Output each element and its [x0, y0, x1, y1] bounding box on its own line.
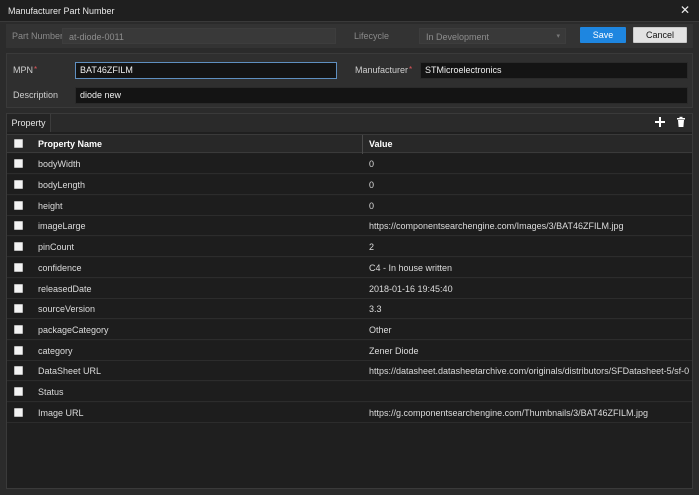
title-bar: Manufacturer Part Number ✕: [0, 0, 699, 22]
row-checkbox[interactable]: [14, 221, 23, 230]
property-value[interactable]: 2: [369, 237, 691, 257]
row-checkbox[interactable]: [14, 284, 23, 293]
table-row[interactable]: confidence C4 - In house written: [7, 258, 692, 278]
table-row[interactable]: DataSheet URL https://datasheet.datashee…: [7, 361, 692, 381]
table-row[interactable]: releasedDate 2018-01-16 19:45:40: [7, 279, 692, 299]
column-header-property-name[interactable]: Property Name: [38, 135, 102, 154]
column-header-value[interactable]: Value: [369, 135, 393, 154]
save-button[interactable]: Save: [580, 27, 626, 43]
table-row[interactable]: bodyLength 0: [7, 175, 692, 195]
property-name: confidence: [38, 263, 82, 273]
property-name: packageCategory: [38, 325, 109, 335]
tab-property[interactable]: Property: [7, 114, 51, 132]
property-name: DataSheet URL: [38, 366, 102, 376]
property-value[interactable]: 0: [369, 196, 691, 216]
description-input[interactable]: diode new: [75, 87, 688, 104]
cancel-button[interactable]: Cancel: [633, 27, 687, 43]
property-grid: Property Property Name Value bodyWidth 0…: [6, 113, 693, 489]
row-checkbox[interactable]: [14, 304, 23, 313]
top-toolbar: Part Number at-diode-0011 Lifecycle In D…: [6, 24, 693, 48]
column-divider[interactable]: [362, 135, 363, 154]
row-checkbox[interactable]: [14, 346, 23, 355]
row-checkbox[interactable]: [14, 325, 23, 334]
grid-header: Property Name Value: [7, 134, 692, 154]
mpn-input[interactable]: BAT46ZFILM: [75, 62, 337, 79]
property-value[interactable]: https://g.componentsearchengine.com/Thum…: [369, 403, 691, 423]
table-row[interactable]: imageLarge https://componentsearchengine…: [7, 216, 692, 236]
trash-icon[interactable]: [674, 116, 688, 130]
property-value[interactable]: https://datasheet.datasheetarchive.com/o…: [369, 361, 691, 381]
table-row[interactable]: Image URL https://g.componentsearchengin…: [7, 403, 692, 423]
close-icon[interactable]: ✕: [677, 2, 693, 18]
select-all-checkbox[interactable]: [14, 139, 23, 148]
property-value[interactable]: https://componentsearchengine.com/Images…: [369, 216, 691, 236]
plus-icon[interactable]: [653, 116, 667, 130]
property-name: bodyLength: [38, 180, 86, 190]
property-value[interactable]: C4 - In house written: [369, 258, 691, 278]
table-row[interactable]: bodyWidth 0: [7, 154, 692, 174]
description-label: Description: [13, 90, 59, 100]
property-value[interactable]: 3.3: [369, 299, 691, 319]
row-checkbox[interactable]: [14, 263, 23, 272]
property-name: imageLarge: [38, 221, 86, 231]
row-checkbox[interactable]: [14, 387, 23, 396]
part-form: MPN* BAT46ZFILM Manufacturer* STMicroele…: [6, 53, 693, 108]
row-checkbox[interactable]: [14, 159, 23, 168]
manufacturer-input[interactable]: STMicroelectronics: [420, 62, 688, 79]
property-value[interactable]: Other: [369, 320, 691, 340]
chevron-down-icon: ▾: [556, 33, 560, 40]
lifecycle-select[interactable]: In Development ▾: [419, 28, 566, 44]
property-name: bodyWidth: [38, 159, 81, 169]
property-value[interactable]: Zener Diode: [369, 341, 691, 361]
table-row[interactable]: height 0: [7, 196, 692, 216]
row-checkbox[interactable]: [14, 180, 23, 189]
property-value[interactable]: 2018-01-16 19:45:40: [369, 279, 691, 299]
row-checkbox[interactable]: [14, 408, 23, 417]
window-title: Manufacturer Part Number: [8, 6, 115, 16]
lifecycle-value: In Development: [426, 32, 490, 42]
property-name: sourceVersion: [38, 304, 96, 314]
property-name: category: [38, 346, 73, 356]
property-name: Status: [38, 387, 64, 397]
row-checkbox[interactable]: [14, 242, 23, 251]
table-row[interactable]: packageCategory Other: [7, 320, 692, 340]
property-name: pinCount: [38, 242, 75, 252]
part-number-field: at-diode-0011: [62, 28, 336, 44]
table-row[interactable]: category Zener Diode: [7, 341, 692, 361]
property-name: releasedDate: [38, 284, 92, 294]
property-value[interactable]: 0: [369, 154, 691, 174]
property-value[interactable]: 0: [369, 175, 691, 195]
property-value[interactable]: [369, 382, 691, 402]
table-row[interactable]: Status: [7, 382, 692, 402]
manufacturer-label: Manufacturer*: [355, 65, 413, 75]
mpn-label: MPN*: [13, 65, 38, 75]
table-row[interactable]: pinCount 2: [7, 237, 692, 257]
lifecycle-label: Lifecycle: [354, 31, 390, 41]
row-checkbox[interactable]: [14, 201, 23, 210]
property-name: Image URL: [38, 408, 84, 418]
property-name: height: [38, 201, 63, 211]
row-checkbox[interactable]: [14, 366, 23, 375]
table-row[interactable]: sourceVersion 3.3: [7, 299, 692, 319]
grid-toolbar: Property: [7, 114, 692, 132]
part-number-label: Part Number: [12, 31, 64, 41]
